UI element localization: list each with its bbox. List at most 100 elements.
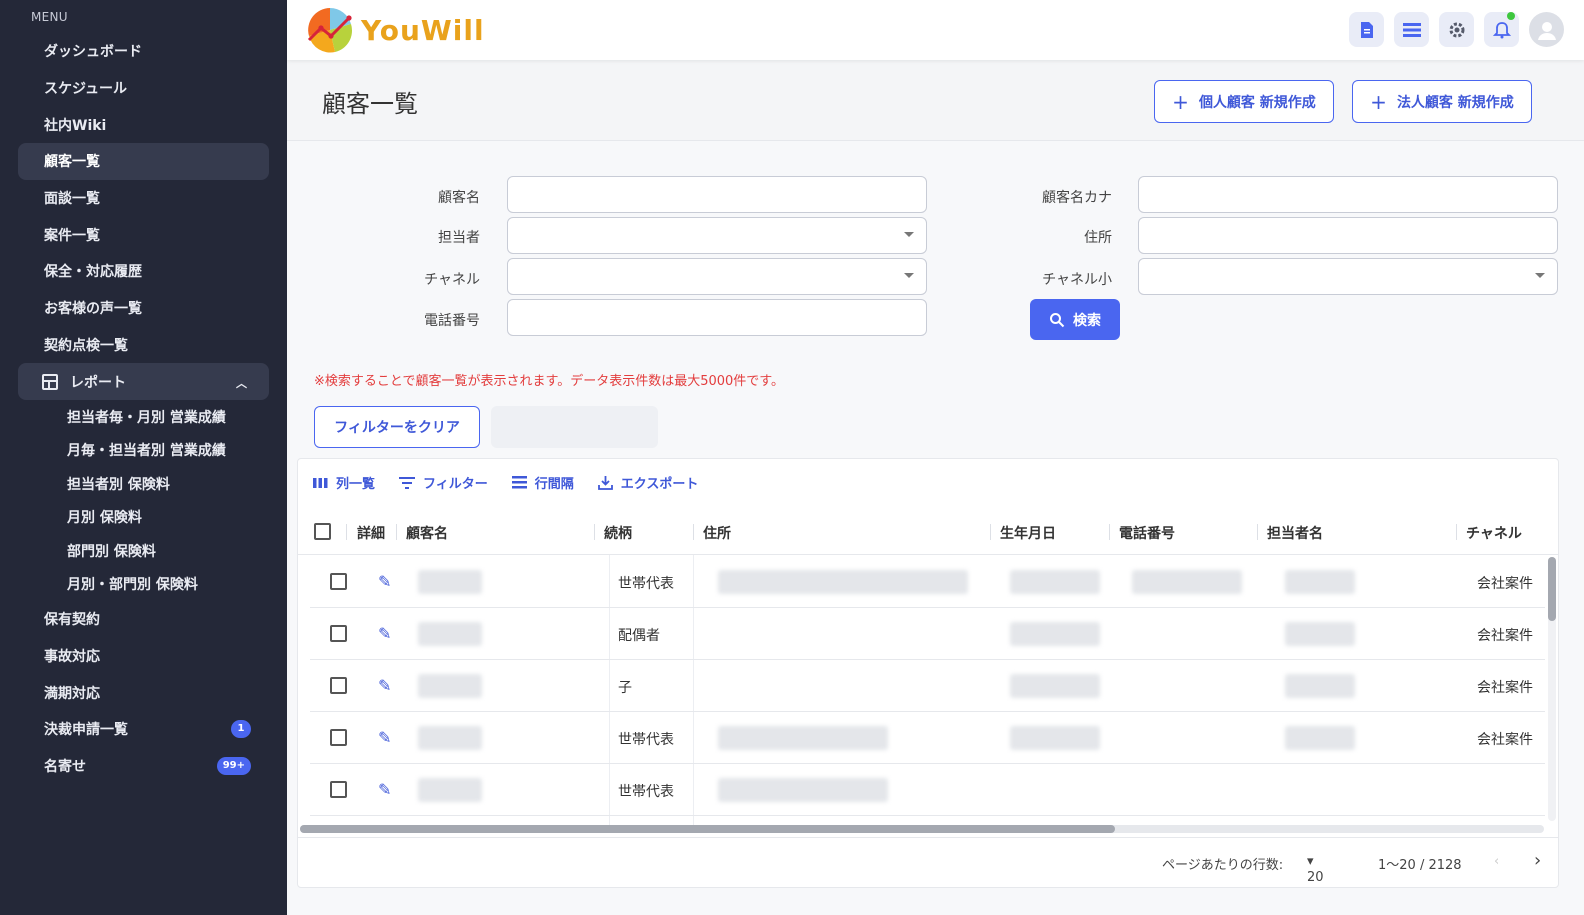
rows-per-page-label: ページあたりの行数:: [1162, 858, 1284, 873]
sidebar-subitem-report-6[interactable]: 月別・部門別 保険料: [18, 567, 269, 601]
row-checkbox[interactable]: [330, 625, 347, 642]
column-separator: [990, 524, 991, 540]
row-checkbox[interactable]: [330, 729, 347, 746]
user-icon[interactable]: [1529, 12, 1564, 47]
column-separator: [594, 524, 595, 540]
edit-icon[interactable]: ✎: [378, 572, 391, 591]
sidebar-item-label: 満期対応: [44, 685, 100, 702]
column-header-address[interactable]: 住所: [703, 523, 731, 543]
edit-icon[interactable]: ✎: [378, 676, 391, 695]
redacted-name: [418, 778, 482, 802]
sidebar-item-expiry[interactable]: 満期対応: [18, 674, 269, 711]
customer-name-input[interactable]: [507, 176, 927, 213]
new-individual-customer-button[interactable]: + 個人顧客 新規作成: [1154, 80, 1334, 123]
table-row[interactable]: ✎ 子 会社案件: [310, 660, 1545, 712]
row-checkbox[interactable]: [330, 573, 347, 590]
staff-select[interactable]: [507, 217, 927, 254]
sidebar-subitem-report-2[interactable]: 月毎・担当者別 営業成績: [18, 433, 269, 467]
sidebar-subitem-report-4[interactable]: 月別 保険料: [18, 500, 269, 534]
menu-heading: MENU: [31, 10, 68, 24]
redacted-birthdate: [1010, 622, 1100, 646]
sidebar-item-customers[interactable]: 顧客一覧: [18, 143, 269, 180]
customer-kana-input[interactable]: [1138, 176, 1558, 213]
vertical-scrollbar[interactable]: [1548, 557, 1556, 821]
column-header-phone[interactable]: 電話番号: [1119, 523, 1175, 543]
channel-small-select[interactable]: [1138, 258, 1558, 295]
rows-per-page-value: 20: [1307, 870, 1324, 885]
redacted-staff: [1285, 726, 1355, 750]
table-row[interactable]: ✎ 世帯代表 会社案件: [310, 712, 1545, 764]
chevron-up-icon: ︿: [236, 377, 247, 391]
edit-icon[interactable]: ✎: [378, 624, 391, 643]
document-icon[interactable]: [1349, 12, 1384, 47]
column-header-birthdate[interactable]: 生年月日: [1000, 523, 1056, 543]
sidebar-item-label: 名寄せ: [44, 758, 86, 775]
list-icon[interactable]: [1394, 12, 1429, 47]
edit-icon[interactable]: ✎: [378, 728, 391, 747]
customer-name-label: 顧客名: [438, 190, 480, 206]
column-separator: [1456, 524, 1457, 540]
search-button[interactable]: 検索: [1030, 299, 1120, 340]
sidebar-item-approvals[interactable]: 決裁申請一覧 1: [18, 711, 269, 748]
export-button[interactable]: エクスポート: [597, 473, 698, 492]
sidebar-subitem-report-3[interactable]: 担当者別 保険料: [18, 467, 269, 501]
sidebar-item-merge[interactable]: 名寄せ 99+: [18, 748, 269, 785]
relation-cell: 世帯代表: [618, 576, 674, 592]
filter-button[interactable]: フィルター: [399, 473, 488, 492]
chevron-right-icon[interactable]: ›: [1534, 850, 1541, 871]
redacted-name: [418, 726, 482, 750]
sidebar-item-policies[interactable]: 保有契約: [18, 601, 269, 638]
logo[interactable]: YouWill: [305, 6, 485, 54]
horizontal-scrollbar-thumb[interactable]: [300, 825, 1115, 833]
table-row[interactable]: ✎ 世帯代表: [310, 764, 1545, 816]
column-header-detail[interactable]: 詳細: [357, 523, 385, 543]
sidebar-item-interviews[interactable]: 面談一覧: [18, 180, 269, 217]
sidebar-item-schedule[interactable]: スケジュール: [18, 70, 269, 107]
chevron-left-icon[interactable]: ‹: [1494, 854, 1499, 869]
sidebar-subitem-report-5[interactable]: 部門別 保険料: [18, 534, 269, 568]
edit-icon[interactable]: ✎: [378, 780, 391, 799]
gear-icon[interactable]: [1439, 12, 1474, 47]
sidebar-group-report[interactable]: レポート ︿: [18, 363, 269, 400]
sidebar-item-customer-voice[interactable]: お客様の声一覧: [18, 290, 269, 327]
customer-table: 列一覧 フィルター 行間隔 エクスポート 詳細 顧客名 続柄 住所 生年月日 電…: [297, 458, 1559, 888]
channel-cell: 会社案件: [1477, 680, 1533, 696]
clear-filter-button[interactable]: フィルターをクリア: [314, 406, 480, 448]
column-header-name[interactable]: 顧客名: [406, 523, 448, 543]
density-button[interactable]: 行間隔: [511, 473, 574, 492]
row-checkbox[interactable]: [330, 677, 347, 694]
table-row[interactable]: ✎ 世帯代表 会社案件: [310, 556, 1545, 608]
table-row[interactable]: ✎ 配偶者 会社案件: [310, 608, 1545, 660]
phone-input[interactable]: [507, 299, 927, 336]
sidebar-item-contract-check[interactable]: 契約点検一覧: [18, 327, 269, 364]
header-divider: [287, 140, 1584, 141]
rows-per-page-select[interactable]: 20 ▾: [1307, 854, 1324, 885]
column-header-staff[interactable]: 担当者名: [1267, 523, 1323, 543]
sidebar-item-dashboard[interactable]: ダッシュボード: [18, 33, 269, 70]
sidebar-item-accidents[interactable]: 事故対応: [18, 638, 269, 675]
sidebar-item-maintenance[interactable]: 保全・対応履歴: [18, 253, 269, 290]
sidebar-subitem-report-1[interactable]: 担当者毎・月別 営業成績: [18, 400, 269, 434]
row-checkbox[interactable]: [330, 781, 347, 798]
channel-select[interactable]: [507, 258, 927, 295]
vertical-scrollbar-thumb[interactable]: [1548, 557, 1556, 621]
sidebar-item-wiki[interactable]: 社内Wiki: [18, 106, 269, 143]
sidebar-item-label: 事故対応: [44, 648, 100, 665]
channel-cell: 会社案件: [1477, 628, 1533, 644]
select-all-checkbox[interactable]: [314, 523, 331, 540]
address-input[interactable]: [1138, 217, 1558, 254]
channel-small-label: チャネル小: [1042, 272, 1112, 288]
new-corporate-customer-button[interactable]: + 法人顧客 新規作成: [1352, 80, 1532, 123]
columns-label: 列一覧: [336, 477, 376, 492]
bell-icon[interactable]: [1484, 12, 1519, 47]
pagination-range: 1〜20 / 2128: [1378, 858, 1462, 873]
channel-cell: 会社案件: [1477, 576, 1533, 592]
redacted-staff: [1285, 570, 1355, 594]
table-toolbar: 列一覧 フィルター 行間隔 エクスポート: [313, 473, 698, 492]
horizontal-scrollbar[interactable]: [300, 825, 1544, 833]
column-header-relation[interactable]: 続柄: [604, 523, 632, 543]
sidebar-item-cases[interactable]: 案件一覧: [18, 216, 269, 253]
columns-button[interactable]: 列一覧: [313, 473, 375, 492]
download-icon: [597, 476, 613, 490]
column-header-channel[interactable]: チャネル: [1466, 523, 1522, 543]
